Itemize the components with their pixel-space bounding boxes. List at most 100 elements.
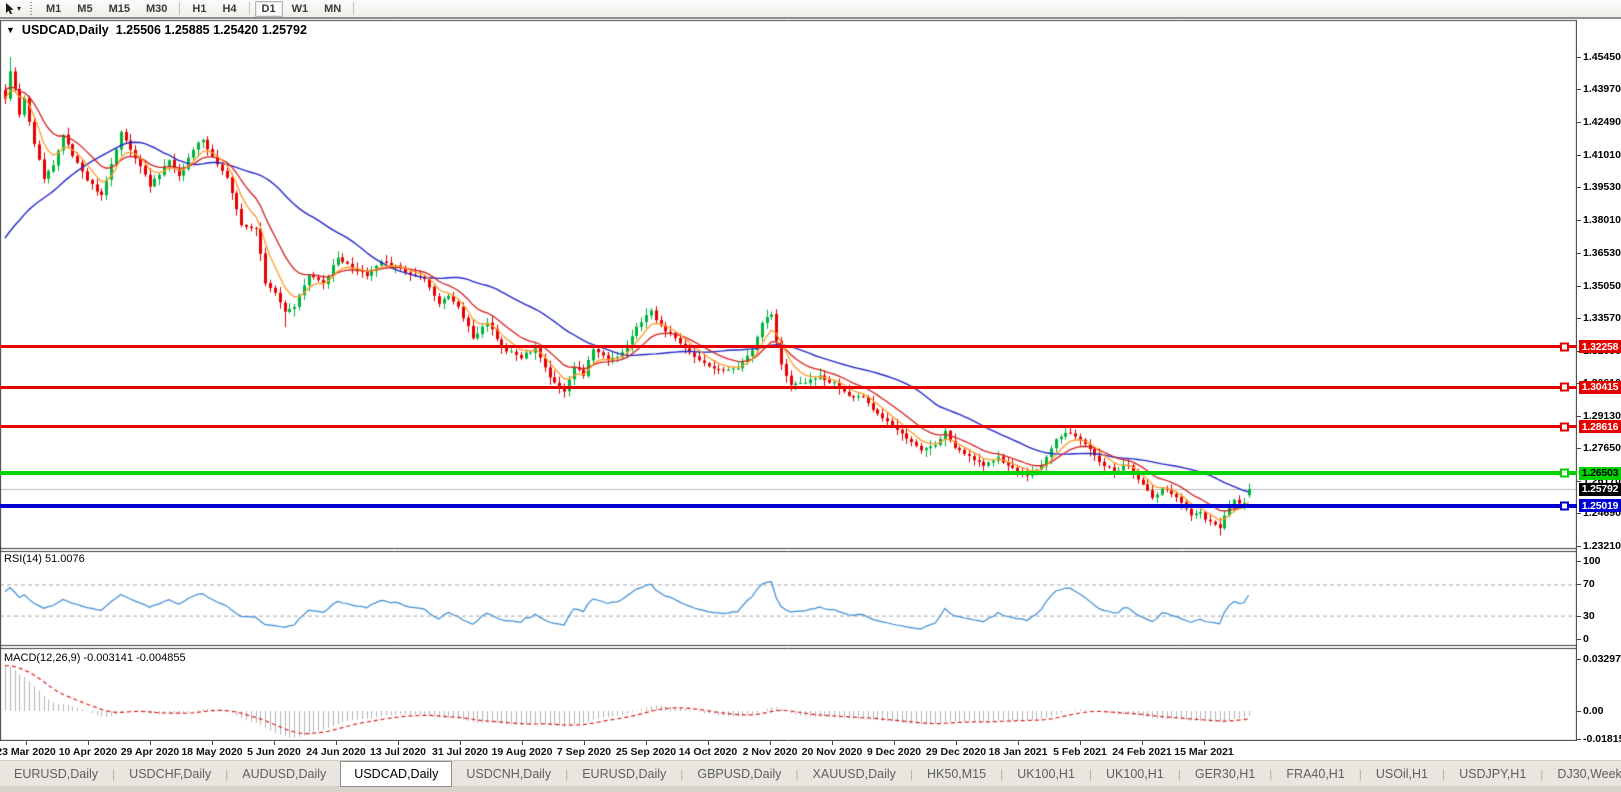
date-label: 18 May 2020 <box>181 746 242 758</box>
chart-tab-uk100-h1-9[interactable]: UK100,H1 <box>1003 761 1089 787</box>
date-label: 5 Feb 2021 <box>1053 746 1107 758</box>
date-label: 2 Nov 2020 <box>743 746 798 758</box>
chart-tab-usdjpy-h1-14[interactable]: USDJPY,H1 <box>1445 761 1540 787</box>
support-line-1.26503[interactable] <box>0 471 1577 475</box>
line-anchor-marker[interactable] <box>1560 383 1569 392</box>
price-tick-label: 1.33570 <box>1583 312 1621 324</box>
date-label: 25 Sep 2020 <box>616 746 676 758</box>
date-label: 13 Jul 2020 <box>370 746 426 758</box>
price-tick-label: 1.23210 <box>1583 540 1621 552</box>
resistance-price-label: 1.28616 <box>1579 420 1621 433</box>
trading-terminal: ▾ M1M5M15M30 H1H4 D1W1MN ▼ USDCAD,Daily 1.… <box>0 0 1621 792</box>
date-label: 20 Nov 2020 <box>802 746 863 758</box>
chart-tab-fra40-h1-12[interactable]: FRA40,H1 <box>1272 761 1358 787</box>
price-tick-label: 1.45450 <box>1583 51 1621 63</box>
timeframe-toolbar: ▾ M1M5M15M30 H1H4 D1W1MN <box>0 0 1621 19</box>
chart-tab-uk100-h1-10[interactable]: UK100,H1 <box>1092 761 1178 787</box>
timeframe-button-h4[interactable]: H4 <box>215 1 243 17</box>
chart-tab-hk50-m15-8[interactable]: HK50,M15 <box>913 761 1000 787</box>
timeframe-button-mn[interactable]: MN <box>317 1 348 17</box>
chart-symbol: USDCAD,Daily <box>22 23 109 37</box>
timeframe-button-m1[interactable]: M1 <box>39 1 68 17</box>
timeframe-button-m15[interactable]: M15 <box>102 1 137 17</box>
rsi-tick-label: 70 <box>1583 578 1595 590</box>
price-tick-label-dash <box>1577 89 1581 90</box>
price-tick-label-dash <box>1577 546 1581 547</box>
date-label: 18 Jan 2021 <box>989 746 1048 758</box>
date-tick-mark <box>832 741 833 745</box>
date-axis[interactable]: 23 Mar 202010 Apr 202029 Apr 202018 May … <box>0 741 1621 760</box>
line-anchor-marker[interactable] <box>1560 469 1569 478</box>
chart-tab-xauusd-daily-7[interactable]: XAUUSD,Daily <box>799 761 910 787</box>
price-tick-label-dash <box>1577 416 1581 417</box>
support-price-label: 1.25019 <box>1579 499 1621 512</box>
rsi-tick-label: 0 <box>1583 633 1589 645</box>
date-label: 10 Apr 2020 <box>59 746 118 758</box>
date-tick-mark <box>88 741 89 745</box>
chart-tab-ger30-h1-11[interactable]: GER30,H1 <box>1181 761 1269 787</box>
timeframe-button-m30[interactable]: M30 <box>139 1 174 17</box>
timeframe-button-d1[interactable]: D1 <box>255 1 283 17</box>
resistance-line-1.28616[interactable] <box>0 425 1577 428</box>
price-tick-label-dash <box>1577 286 1581 287</box>
macd-tick-label-dash <box>1577 711 1581 712</box>
macd-indicator-label: MACD(12,26,9) -0.003141 -0.004855 <box>4 652 186 664</box>
price-tick-label: 1.38010 <box>1583 214 1621 226</box>
chart-tab-usdchf-daily-1[interactable]: USDCHF,Daily <box>115 761 225 787</box>
chart-tab-usdcad-daily-3[interactable]: USDCAD,Daily <box>340 761 452 787</box>
status-strip <box>0 786 1621 792</box>
chart-tab-audusd-daily-2[interactable]: AUDUSD,Daily <box>228 761 340 787</box>
toolbar-separator <box>353 2 354 15</box>
chart-tab-usoil-h1-13[interactable]: USOil,H1 <box>1362 761 1442 787</box>
macd-tick-label: -0.018154 <box>1583 733 1621 745</box>
date-label: 15 Mar 2021 <box>1174 746 1234 758</box>
date-label: 19 Aug 2020 <box>492 746 553 758</box>
price-chart-canvas[interactable] <box>0 19 1577 741</box>
price-tick-label-dash <box>1577 187 1581 188</box>
chevron-down-icon: ▾ <box>17 4 21 13</box>
date-tick-mark <box>26 741 27 745</box>
price-tick-label: 1.43970 <box>1583 83 1621 95</box>
collapse-triangle-icon[interactable]: ▼ <box>6 25 15 35</box>
timeframe-button-m5[interactable]: M5 <box>70 1 99 17</box>
resistance-price-label: 1.32258 <box>1579 340 1621 353</box>
toolbar-grip-handle[interactable] <box>29 2 34 15</box>
cursor-tool-button[interactable]: ▾ <box>0 2 25 15</box>
date-label: 23 Mar 2020 <box>0 746 56 758</box>
resistance-line-1.32258[interactable] <box>0 345 1577 348</box>
date-tick-mark <box>708 741 709 745</box>
chart-tab-gbpusd-daily-6[interactable]: GBPUSD,Daily <box>683 761 795 787</box>
date-tick-mark <box>150 741 151 745</box>
cursor-arrow-icon <box>4 2 15 15</box>
date-tick-mark <box>212 741 213 745</box>
price-tick-label: 1.27650 <box>1583 442 1621 454</box>
rsi-tick-label: 100 <box>1583 555 1601 567</box>
line-anchor-marker[interactable] <box>1560 501 1569 510</box>
support-price-label: 1.26503 <box>1579 467 1621 480</box>
price-tick-label: 1.42490 <box>1583 116 1621 128</box>
price-tick-label-dash <box>1577 448 1581 449</box>
rsi-indicator-label: RSI(14) 51.0076 <box>4 553 85 565</box>
price-tick-label-dash <box>1577 318 1581 319</box>
chart-tab-eurusd-daily-0[interactable]: EURUSD,Daily <box>0 761 112 787</box>
chart-tab-eurusd-daily-5[interactable]: EURUSD,Daily <box>568 761 680 787</box>
price-tick-label: 1.35050 <box>1583 280 1621 292</box>
chart-tab-usdcnh-daily-4[interactable]: USDCNH,Daily <box>452 761 565 787</box>
price-tick-label-dash <box>1577 155 1581 156</box>
support-line-1.25019[interactable] <box>0 504 1577 508</box>
timeframe-button-w1[interactable]: W1 <box>285 1 316 17</box>
line-anchor-marker[interactable] <box>1560 342 1569 351</box>
date-tick-mark <box>584 741 585 745</box>
date-tick-mark <box>1142 741 1143 745</box>
price-tick-label-dash <box>1577 122 1581 123</box>
timeframe-button-h1[interactable]: H1 <box>185 1 213 17</box>
macd-tick-label-dash <box>1577 659 1581 660</box>
date-label: 24 Jun 2020 <box>306 746 366 758</box>
resistance-line-1.30415[interactable] <box>0 386 1577 389</box>
chart-tab-dj30-weekly-15[interactable]: DJ30,Weekly <box>1543 761 1621 787</box>
macd-tick-label: 0.032972 <box>1583 653 1621 665</box>
price-tick-label-dash <box>1577 220 1581 221</box>
line-anchor-marker[interactable] <box>1560 422 1569 431</box>
date-label: 29 Dec 2020 <box>926 746 986 758</box>
rsi-tick-label-dash <box>1577 639 1581 640</box>
